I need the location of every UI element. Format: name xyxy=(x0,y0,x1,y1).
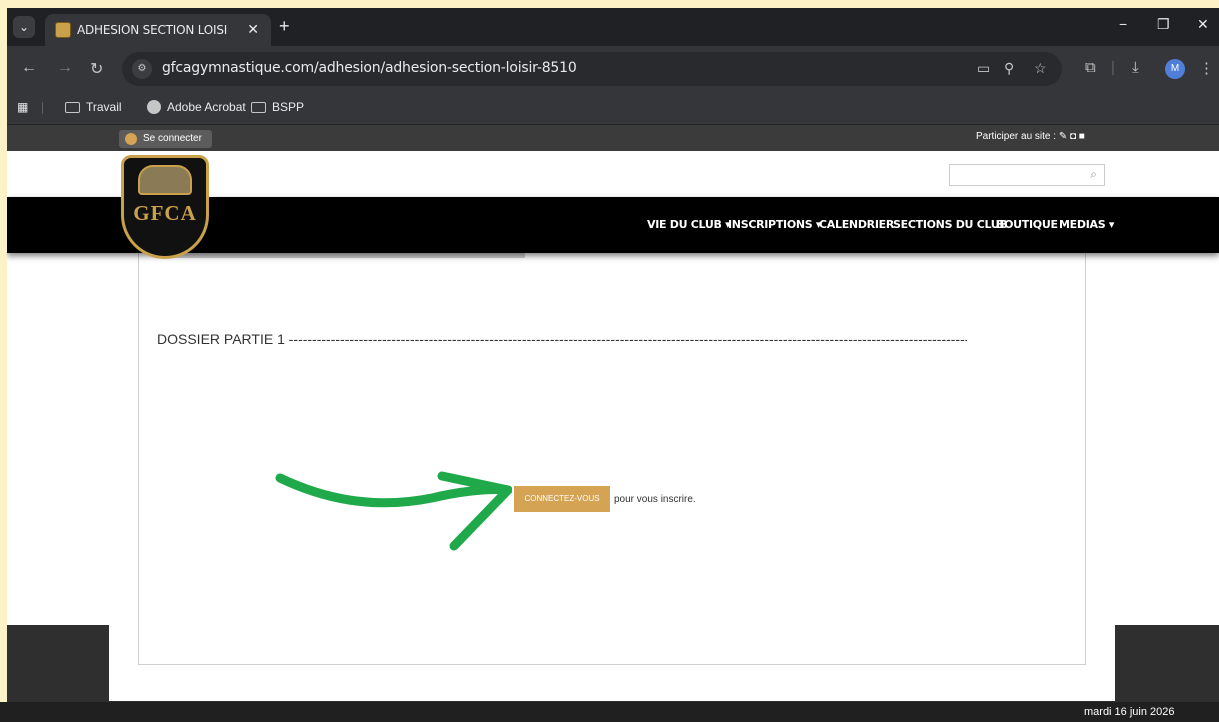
tab-strip: ⌄ ADHESION SECTION LOISIR - G ✕ + − ❐ ✕ xyxy=(7,8,1219,46)
bookmark-label: BSPP xyxy=(272,100,305,114)
bookmark-travail[interactable]: Travail xyxy=(65,100,122,114)
install-app-icon[interactable]: ▭ xyxy=(977,60,990,77)
minimize-button[interactable]: − xyxy=(1119,16,1127,32)
arrow-head xyxy=(437,471,512,551)
reload-icon[interactable]: ↻ xyxy=(90,59,103,79)
back-icon[interactable]: ← xyxy=(21,59,37,77)
page-viewport: Se connecter Participer au site : ✎ ◘ ■ … xyxy=(7,125,1219,722)
bookmark-bspp[interactable]: BSPP xyxy=(251,100,304,114)
globe-icon xyxy=(147,100,161,114)
se-connecter-label: Se connecter xyxy=(143,133,202,144)
tab-active[interactable]: ADHESION SECTION LOISIR - G ✕ xyxy=(45,14,271,46)
bookmark-label: Adobe Acrobat xyxy=(167,100,246,114)
green-arrow-annotation xyxy=(275,471,512,551)
zoom-icon[interactable]: ⚲ xyxy=(1004,60,1014,77)
profile-avatar[interactable]: M xyxy=(1165,59,1185,79)
browser-toolbar: ← → ↻ ⚙ gfcagymnastique.com/adhesion/adh… xyxy=(7,46,1219,92)
site-search-input[interactable]: ⌕ xyxy=(949,164,1105,186)
bookmarks-bar: ▦ | Travail Adobe Acrobat BSPP xyxy=(7,92,1219,124)
favicon-icon xyxy=(55,22,71,38)
nav-calendrier[interactable]: CALENDRIER xyxy=(819,218,894,231)
pour-vous-inscrire-text: pour vous inscrire. xyxy=(614,494,696,505)
divider: | xyxy=(1111,59,1115,76)
search-icon[interactable]: ⌕ xyxy=(1090,167,1097,182)
nav-boutique[interactable]: BOUTIQUE xyxy=(996,218,1058,231)
os-taskbar: mardi 16 juin 2026 xyxy=(0,702,1219,722)
new-tab-button[interactable]: + xyxy=(279,17,290,35)
browser-window: ⌄ ADHESION SECTION LOISIR - G ✕ + − ❐ ✕ … xyxy=(7,8,1219,722)
se-connecter-button[interactable]: Se connecter xyxy=(119,130,212,148)
menu-kebab-icon[interactable]: ⋮ xyxy=(1199,59,1214,77)
close-tab-icon[interactable]: ✕ xyxy=(247,21,259,38)
participer-au-site[interactable]: Participer au site : ✎ ◘ ■ xyxy=(976,131,1085,142)
download-icon[interactable]: ⤓ xyxy=(1132,59,1139,76)
forward-icon[interactable]: → xyxy=(57,59,73,77)
site-info-icon[interactable]: ⚙ xyxy=(132,59,152,79)
content-panel xyxy=(138,253,1086,665)
folder-icon xyxy=(251,101,266,113)
nav-inscriptions[interactable]: INSCRIPTIONS ▾ xyxy=(728,218,821,231)
url-text[interactable]: gfcagymnastique.com/adhesion/adhesion-se… xyxy=(162,60,577,76)
address-bar[interactable]: ⚙ gfcagymnastique.com/adhesion/adhesion-… xyxy=(122,52,1062,86)
restore-button[interactable]: ❐ xyxy=(1157,16,1170,33)
close-window-button[interactable]: ✕ xyxy=(1197,16,1209,33)
nav-vie-du-club[interactable]: VIE DU CLUB ▾ xyxy=(647,218,731,231)
gfca-logo[interactable]: GFCA xyxy=(121,155,209,259)
tab-search-button[interactable]: ⌄ xyxy=(13,16,35,38)
admin-bar: Se connecter Participer au site : ✎ ◘ ■ xyxy=(7,125,1219,151)
logo-text: GFCA xyxy=(133,201,197,225)
extensions-icon[interactable]: ⧉ xyxy=(1085,59,1096,76)
bookmarks-divider: | xyxy=(41,100,45,114)
folder-icon xyxy=(65,101,80,113)
logo-emblem xyxy=(138,165,192,195)
tab-title: ADHESION SECTION LOISIR - G xyxy=(77,23,227,37)
connectez-vous-button[interactable]: CONNECTEZ-VOUS xyxy=(514,486,610,512)
dossier-partie-heading: DOSSIER PARTIE 1 -----------------------… xyxy=(157,331,967,347)
bookmark-label: Travail xyxy=(86,100,122,114)
taskbar-date[interactable]: mardi 16 juin 2026 xyxy=(1084,706,1175,718)
bookmark-star-icon[interactable]: ☆ xyxy=(1034,60,1047,77)
apps-grid-icon[interactable]: ▦ xyxy=(17,100,28,114)
bookmark-adobe-acrobat[interactable]: Adobe Acrobat xyxy=(147,100,246,114)
user-icon xyxy=(125,133,137,145)
nav-medias[interactable]: MEDIAS ▾ xyxy=(1059,218,1114,231)
nav-sections-du-club[interactable]: SECTIONS DU CLUB xyxy=(893,218,1008,231)
